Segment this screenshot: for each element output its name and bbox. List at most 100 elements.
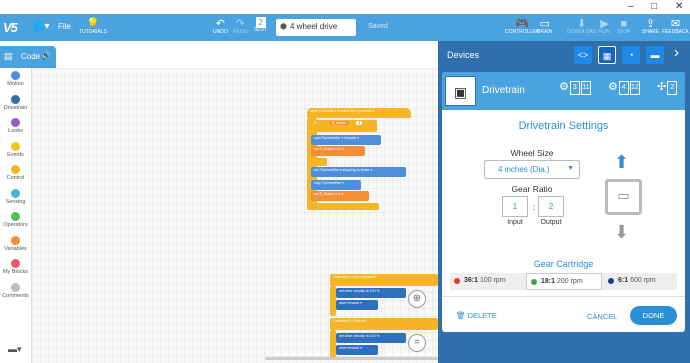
category-dot-icon [11,282,20,292]
spin-motor-block[interactable]: spin FlywheelBar ▾ forward ▾ [311,135,381,145]
zoom-reset-button[interactable]: = [408,334,426,352]
set-variable-block[interactable]: set R_Button ▾ to 0 [311,146,365,156]
cartridge-18-option[interactable]: 18:1 200 rpm [526,273,602,290]
slot-button[interactable]: 2 SLOT [254,14,267,33]
project-name-field[interactable]: 4 wheel drive [276,19,356,36]
delete-button[interactable]: 🗑 DELETE [456,311,497,320]
category-comments[interactable]: Comments [0,282,31,299]
horizontal-scrollbar[interactable] [265,357,438,360]
gear-ratio-output[interactable]: 2 [538,196,564,217]
category-dot-icon [11,188,20,198]
undo-button[interactable]: ↶ UNDO [213,14,228,35]
file-menu[interactable]: File [58,22,71,31]
brain-button[interactable]: ▭ BRAIN [537,14,552,35]
device-name: Drivetrain [482,85,525,96]
category-variables[interactable]: Variables [0,235,31,252]
drivetrain-icon: ▣ [445,76,476,106]
output-label: Output [540,219,562,226]
done-button[interactable]: DONE [630,306,677,325]
category-sidebar: Motion Drivetrain Looks Events Control Sensin… [0,68,31,363]
stop-motor-block[interactable]: stop FlywheelBar ▾ [311,180,361,190]
speaker-icon[interactable]: 🔊 [41,51,51,60]
arrow-down-icon[interactable]: ⬇ [614,222,629,243]
zoom-in-button[interactable]: ⊕ [408,290,426,308]
gyro-port[interactable]: ✣ 2 [656,81,678,97]
code-view-icon[interactable]: <> [574,46,592,64]
category-drivetrain[interactable]: Drivetrain [0,94,31,111]
run-button[interactable]: ▶ RUN [599,14,610,35]
when-controller-hat-block[interactable]: when Controller1 ▾ button R1 ▾ pressed ▾ [307,108,411,118]
category-dot-icon [11,165,20,174]
if-controller-up-block[interactable]: Controller1 ▾ Up ▾ pressed? [330,274,438,286]
gyro-icon: ✣ [657,81,667,93]
category-events[interactable]: Events [0,141,31,158]
arrow-up-icon[interactable]: ⬆ [614,152,629,173]
category-looks[interactable]: Looks [0,118,31,134]
saved-status: Saved [368,23,388,30]
drivetrain-card: ▣ Drivetrain ⚙ 3 11 ⚙ 4 12 ✣ 2 Drivetrain Set… [442,72,685,332]
input-label: Input [507,219,523,226]
red-dot-icon [454,278,460,284]
wheel-size-label: Wheel Size [510,148,554,158]
green-dot-icon [531,279,537,285]
ratio-separator: : [532,202,536,212]
right-motor-ports[interactable]: ⚙ 4 12 [607,81,640,97]
if-controller-down-block[interactable]: Controller1 ▾ Down ▾ [330,318,438,330]
wheel-size-select[interactable]: 4 inches (Dia.) ▼ [484,160,580,179]
settings-title: Drivetrain Settings [518,120,609,132]
cartridge-6-option[interactable]: 6:1 600 rpm [604,273,677,290]
collapse-icon[interactable]: ▬▾ [8,344,22,355]
category-dot-icon [11,259,20,268]
motor-icon: ⚙ [559,81,569,93]
devices-icon[interactable]: ▦ [598,46,616,64]
maximize-button[interactable]: □ [651,1,657,12]
category-dot-icon [11,94,20,104]
drive-block[interactable]: drive forward ▾ [336,300,378,310]
chevron-down-icon: ▼ [567,165,574,172]
gear-ratio-input[interactable]: 1 [502,196,528,217]
set-drive-velocity-block[interactable]: set drive velocity to 100 % [336,288,406,298]
category-control[interactable]: Control [0,165,31,181]
set-stopping-block[interactable]: set FlywheelBar ▾ stopping to brake ▾ [311,167,406,177]
trash-icon: 🗑 [456,311,466,320]
tutorials-button[interactable]: 💡 TUTORIALS [79,14,107,35]
download-button[interactable]: ⬇ DOWNLOAD [567,14,596,35]
left-motor-ports[interactable]: ⚙ 3 11 [558,81,591,97]
language-globe-icon[interactable]: 🌐▾ [32,21,49,32]
feedback-button[interactable]: ✉ FEEDBACK [662,14,689,35]
dashboard-icon[interactable]: ◔ [622,46,640,64]
battery-icon[interactable]: ▬ [646,46,664,64]
card-footer: 🗑 DELETE CANCEL DONE [442,296,685,332]
stop-button[interactable]: ■ STOP [617,14,631,35]
if-block[interactable]: if R_Button 1 [311,120,377,132]
devices-title: Devices [447,50,480,60]
set-variable-block-2[interactable]: set R_Button ▾ to 1 [311,191,369,201]
share-button[interactable]: ⇪ SHARE [642,14,659,35]
chevron-right-icon[interactable]: › [674,44,679,61]
category-motion[interactable]: Motion [0,71,31,87]
code-tab[interactable]: ▤ Code 🔊 [0,46,56,68]
minimize-button[interactable]: – [628,1,634,12]
set-drive-velocity-block-2[interactable]: set drive velocity to 100 % [336,333,406,343]
category-sensing[interactable]: Sensing [0,188,31,205]
category-dot-icon [11,141,20,151]
top-toolbar: V5 🌐▾ File 💡 TUTORIALS ↶ UNDO ↷ REDO 2 S… [0,14,690,41]
gear-ratio-label: Gear Ratio [511,184,553,194]
value-pill[interactable]: 1 [356,121,363,125]
category-operators[interactable]: Operators [0,212,31,228]
drive-block-2[interactable]: drive forward ▾ [336,345,378,355]
window-titlebar: – □ ✕ [0,0,690,14]
robot-orientation-icon: ▭ [605,179,642,215]
controller-button[interactable]: 🎮 CONTROLLER [505,14,539,35]
r-button-variable[interactable]: R_Button [328,121,350,125]
category-dot-icon [11,235,20,245]
gear-cartridge-selector: 36:1 100 rpm 18:1 200 rpm 6:1 600 rpm [450,273,677,290]
blue-dot-icon [608,278,614,284]
redo-button[interactable]: ↷ REDO [233,14,247,35]
category-my-blocks[interactable]: My Blocks [0,259,31,275]
cartridge-36-option[interactable]: 36:1 100 rpm [450,273,524,290]
close-window-button[interactable]: ✕ [675,1,683,12]
else-block[interactable] [307,158,327,166]
cancel-button[interactable]: CANCEL [587,312,617,321]
category-dot-icon [11,212,20,221]
